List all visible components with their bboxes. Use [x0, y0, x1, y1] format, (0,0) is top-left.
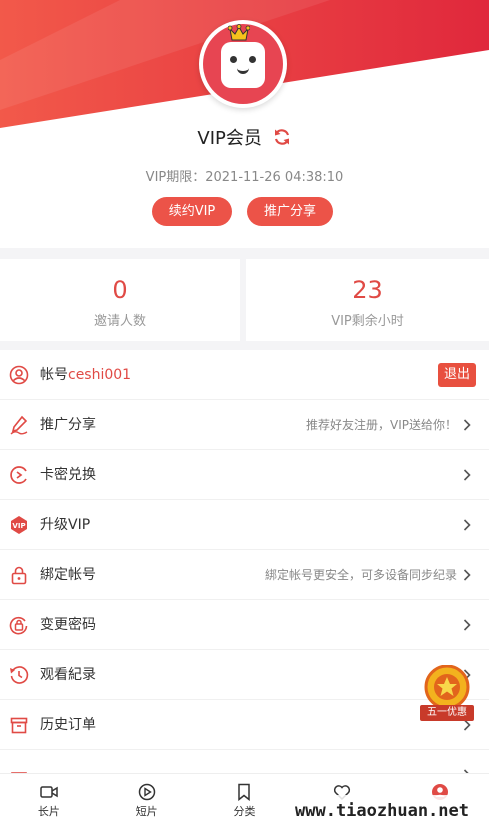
- chevron-right-icon: [463, 569, 471, 581]
- vip-title: VIP会员: [0, 124, 489, 150]
- menu-item-label: 变更密码: [40, 617, 96, 633]
- user-circle-icon: [9, 365, 29, 385]
- menu-item-label: 升级VIP: [40, 517, 91, 533]
- vip-icon: VIP: [11, 516, 27, 534]
- account-row: 帐号ceshi001 退出: [0, 350, 489, 400]
- share-button[interactable]: 推广分享: [247, 197, 333, 226]
- pen-icon: [10, 415, 28, 435]
- invite-count-card: 0 邀请人数: [0, 259, 240, 341]
- vip-expire-date: VIP期限：2021-11-26 04:38:10: [145, 170, 344, 185]
- menu-item-bind-account[interactable]: 綁定帐号 綁定帐号更安全，可多设备同步纪录: [0, 550, 489, 600]
- logout-button[interactable]: 退出: [437, 363, 476, 387]
- tab-category[interactable]: 分类: [196, 774, 294, 828]
- chevron-right-icon: [463, 619, 471, 631]
- menu-item-label: 卡密兑换: [40, 467, 96, 483]
- promo-badge[interactable]: 五一优惠: [418, 664, 476, 725]
- account-username: ceshi001: [68, 367, 132, 383]
- tab-short-video[interactable]: 短片: [98, 774, 196, 828]
- renew-vip-button[interactable]: 续约VIP: [152, 197, 232, 226]
- invite-count-value: 0: [112, 276, 128, 304]
- menu-item-label: 綁定帐号: [40, 567, 96, 583]
- card-icon: [10, 466, 27, 484]
- menu-item-share[interactable]: 推广分享 推荐好友注册，VIP送给你！: [0, 400, 489, 450]
- vip-hours-card: 23 VIP剩余小时: [246, 259, 489, 341]
- chevron-right-icon: [463, 519, 471, 531]
- chevron-right-icon: [463, 419, 471, 431]
- chevron-right-icon: [463, 469, 471, 481]
- invite-count-label: 邀请人数: [93, 314, 146, 329]
- tab-label: 分类: [233, 805, 256, 818]
- menu-item-order-history[interactable]: 历史订单: [0, 700, 489, 750]
- vip-header: VIP会员 VIP期限：2021-11-26 04:38:10 续约VIP 推广…: [0, 0, 489, 248]
- page-title: VIP会员: [197, 128, 262, 149]
- menu-item-label: 历史订单: [40, 717, 96, 733]
- bookmark-icon: [238, 783, 251, 801]
- lock-icon: [11, 566, 27, 585]
- menu-item-hint: 推荐好友注册，VIP送给你！: [306, 418, 457, 432]
- crown-icon: [228, 24, 250, 41]
- settings-list: 帐号ceshi001 退出 推广分享 推荐好友注册，VIP送给你！ 卡密兑换 V…: [0, 350, 489, 800]
- menu-item-upgrade-vip[interactable]: VIP 升级VIP: [0, 500, 489, 550]
- robot-face-icon: [221, 42, 265, 88]
- menu-item-label: 观看紀录: [40, 667, 96, 683]
- box-icon: [10, 717, 28, 734]
- video-icon: [40, 786, 58, 798]
- vip-hours-label: VIP剩余小时: [331, 314, 404, 329]
- tab-long-video[interactable]: 长片: [0, 774, 98, 828]
- svg-text:VIP: VIP: [12, 522, 25, 530]
- menu-item-change-password[interactable]: 变更密码: [0, 600, 489, 650]
- play-circle-icon: [138, 783, 155, 801]
- menu-item-watch-history[interactable]: 观看紀录: [0, 650, 489, 700]
- tab-label: 短片: [135, 805, 158, 818]
- vip-hours-value: 23: [352, 276, 383, 304]
- watermark: www.tiaozhuan.net: [282, 795, 482, 827]
- stats-panel: 0 邀请人数 23 VIP剩余小时: [0, 259, 489, 341]
- account-label: 帐号ceshi001: [40, 350, 131, 400]
- history-icon: [10, 666, 29, 684]
- menu-item-hint: 綁定帐号更安全，可多设备同步纪录: [264, 568, 457, 582]
- key-lock-icon: [9, 616, 28, 635]
- tab-label: 长片: [37, 805, 60, 818]
- menu-item-card-redeem[interactable]: 卡密兑换: [0, 450, 489, 500]
- account-prefix: 帐号: [40, 367, 68, 383]
- promo-badge-label: 五一优惠: [420, 705, 474, 721]
- menu-item-label: 推广分享: [40, 417, 96, 433]
- refresh-icon[interactable]: [272, 127, 292, 147]
